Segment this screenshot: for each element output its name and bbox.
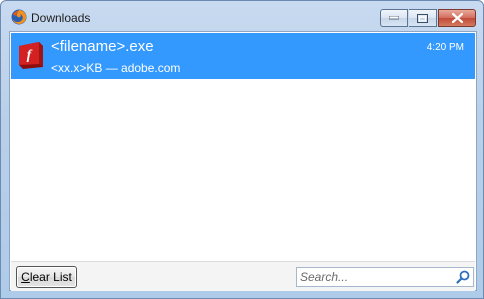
flash-installer-icon: f [19, 42, 43, 69]
download-filename: <filename>.exe [51, 38, 154, 55]
maximize-button[interactable] [409, 9, 437, 27]
downloads-window: Downloads f <filename>.exe <xx.x>KB — ad… [0, 0, 484, 299]
close-icon [451, 13, 463, 23]
downloads-list-panel: f <filename>.exe <xx.x>KB — adobe.com 4:… [9, 31, 477, 291]
download-status: <xx.x>KB — adobe.com [51, 61, 181, 75]
restore-icon [417, 13, 428, 23]
clear-list-label: lear List [29, 270, 72, 284]
window-title: Downloads [31, 11, 91, 25]
firefox-icon [11, 9, 27, 25]
search-input[interactable] [300, 269, 450, 285]
close-button[interactable] [438, 9, 476, 27]
minimize-icon [389, 16, 399, 20]
title-bar[interactable]: Downloads [1, 1, 483, 33]
clear-list-accesskey: C [21, 270, 30, 284]
download-time: 4:20 PM [426, 42, 464, 53]
search-icon[interactable] [456, 270, 470, 284]
clear-list-button[interactable]: Clear List [16, 266, 77, 288]
minimize-button[interactable] [380, 9, 408, 27]
search-box[interactable] [296, 267, 474, 287]
download-item[interactable]: f <filename>.exe <xx.x>KB — adobe.com 4:… [11, 33, 475, 79]
bottom-toolbar: Clear List [11, 261, 475, 291]
